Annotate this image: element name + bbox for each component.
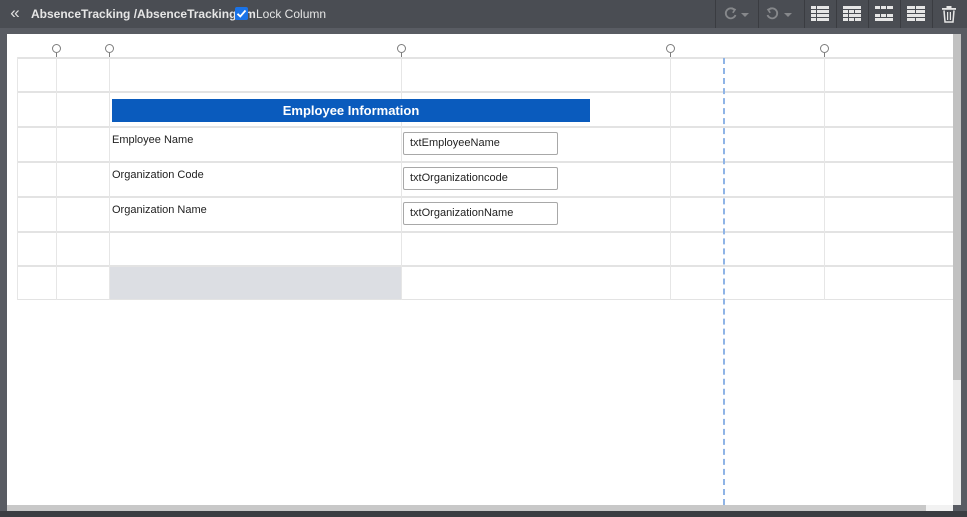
breadcrumb: AbsenceTracking /AbsenceTrackingfrm — [31, 7, 256, 21]
toolbar-divider — [932, 0, 933, 28]
toolbar-divider — [804, 0, 805, 28]
toolbar-divider — [868, 0, 869, 28]
grid-row-border — [17, 161, 953, 163]
delete-button[interactable] — [934, 0, 964, 28]
organization-code-field[interactable]: txtOrganizationcode — [403, 167, 558, 190]
vertical-scrollbar[interactable] — [953, 34, 961, 505]
lock-column-label: Lock Column — [256, 7, 327, 21]
undo-icon — [766, 7, 792, 20]
selected-cell[interactable] — [110, 267, 401, 299]
bottom-status-bar — [0, 511, 967, 517]
grid-row-border — [17, 126, 953, 128]
grid-column-border — [17, 57, 18, 300]
page-boundary-guide — [723, 58, 725, 505]
employee-name-field[interactable]: txtEmployeeName — [403, 132, 558, 155]
organization-code-label[interactable]: Organization Code — [112, 169, 204, 181]
grid-row-border — [17, 231, 953, 233]
grid-column-border — [401, 57, 402, 300]
column-resize-handle[interactable] — [666, 44, 675, 53]
form-design-canvas: Employee Information Employee Name txtEm… — [7, 34, 953, 505]
redo-button[interactable] — [718, 0, 756, 28]
grid-row-border — [17, 196, 953, 198]
grid-column-border — [109, 57, 110, 300]
layout-option-3-button[interactable] — [870, 0, 898, 28]
grid-row-border — [17, 57, 953, 59]
designer-toolbar: « AbsenceTracking /AbsenceTrackingfrm Lo… — [0, 0, 967, 28]
column-resize-handle[interactable] — [105, 44, 114, 53]
column-resize-handle[interactable] — [397, 44, 406, 53]
layout-grid-icon — [811, 6, 829, 21]
organization-name-field[interactable]: txtOrganizationName — [403, 202, 558, 225]
layout-grid-icon — [875, 6, 893, 21]
checkmark-icon — [236, 9, 247, 18]
layout-grid-icon — [907, 6, 925, 21]
grid-column-border — [824, 57, 825, 300]
section-header-employee-information[interactable]: Employee Information — [112, 99, 590, 122]
layout-option-1-button[interactable] — [806, 0, 834, 28]
toolbar-divider — [715, 0, 716, 28]
employee-name-label[interactable]: Employee Name — [112, 134, 193, 146]
layout-option-4-button[interactable] — [902, 0, 930, 28]
toolbar-divider — [758, 0, 759, 28]
toolbar-divider — [836, 0, 837, 28]
layout-grid-icon — [843, 6, 861, 21]
grid-column-border — [670, 57, 671, 300]
lock-column-checkbox[interactable] — [235, 7, 248, 20]
grid-row-border — [17, 299, 953, 300]
column-resize-handle[interactable] — [820, 44, 829, 53]
vertical-scrollbar-thumb[interactable] — [953, 34, 961, 380]
layout-option-2-button[interactable] — [838, 0, 866, 28]
grid-column-border — [56, 57, 57, 300]
column-resize-handle[interactable] — [52, 44, 61, 53]
organization-name-label[interactable]: Organization Name — [112, 204, 207, 216]
undo-button[interactable] — [761, 0, 799, 28]
collapse-icon[interactable]: « — [6, 4, 24, 23]
redo-icon — [724, 7, 749, 20]
toolbar-divider — [900, 0, 901, 28]
trash-icon — [942, 6, 956, 23]
grid-row-border — [17, 91, 953, 93]
